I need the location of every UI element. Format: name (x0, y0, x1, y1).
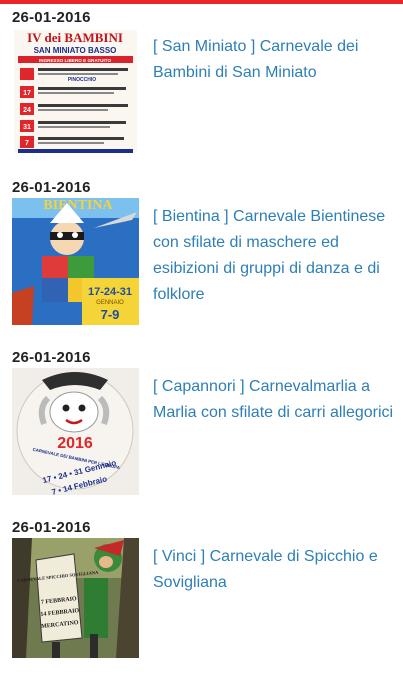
event-title-link[interactable]: [ Vinci ] Carnevale di Spicchio e Sovigl… (153, 544, 401, 596)
event-date: 26-01-2016 (12, 9, 91, 26)
event-thumbnail[interactable]: BIENTINA 17-24-31 GENNAIO 7-9 (12, 198, 139, 325)
event-title-link[interactable]: [ Capannori ] Carnevalmarlia a Marlia co… (153, 374, 401, 426)
event-item: 26-01-2016 IV dei BAMBINI SAN MINIATO BA… (12, 8, 403, 178)
poster-heading: 2016 (57, 435, 93, 452)
event-feed: 26-01-2016 IV dei BAMBINI SAN MINIATO BA… (12, 8, 403, 688)
event-thumbnail[interactable]: 2016 CARNEVALE DEI BAMBINI PER L'EUROPA … (12, 368, 139, 495)
event-item: 26-01-2016 BIENTINA 17-24-31 GENNAIO 7-9… (12, 178, 403, 348)
poster-text: 24 (23, 107, 31, 114)
poster-text: 31 (23, 124, 31, 131)
event-date: 26-01-2016 (12, 349, 91, 366)
poster-text: PINOCCHIO (68, 77, 96, 83)
poster-text: 17 (23, 90, 31, 97)
poster-heading: IV dei BAMBINI (27, 30, 123, 45)
poster-image-vinci: CARNEVALE SPICCHIO SOVIGLIANA 7 FEBBRAIO… (12, 538, 139, 658)
poster-text: GENNAIO (96, 300, 124, 306)
event-date: 26-01-2016 (12, 179, 91, 196)
poster-image-capannori: 2016 CARNEVALE DEI BAMBINI PER L'EUROPA … (12, 368, 139, 495)
poster-text: SAN MINIATO BASSO (34, 46, 117, 55)
event-thumbnail[interactable]: CARNEVALE SPICCHIO SOVIGLIANA 7 FEBBRAIO… (12, 538, 139, 658)
poster-text: 7 (25, 140, 29, 147)
poster-heading: BIENTINA (43, 198, 113, 213)
poster-text: 17-24-31 (88, 286, 132, 298)
event-item: 26-01-2016 CARNEVALE SPICCHIO SOVIGLIANA… (12, 518, 403, 688)
poster-text: INGRESSO LIBERO E GRATUITO (39, 58, 111, 63)
top-accent-bar (0, 0, 403, 4)
event-thumbnail[interactable]: IV dei BAMBINI SAN MINIATO BASSO INGRESS… (12, 28, 139, 155)
event-date: 26-01-2016 (12, 519, 91, 536)
event-item: 26-01-2016 2016 CARNEVALE DEI BAMBINI PE… (12, 348, 403, 518)
event-title-link[interactable]: [ Bientina ] Carnevale Bientinese con sf… (153, 204, 401, 308)
poster-text: 7-9 (101, 307, 120, 322)
poster-image-san-miniato: IV dei BAMBINI SAN MINIATO BASSO INGRESS… (12, 28, 139, 155)
poster-image-bientina: BIENTINA 17-24-31 GENNAIO 7-9 (12, 198, 139, 325)
event-title-link[interactable]: [ San Miniato ] Carnevale dei Bambini di… (153, 34, 401, 86)
